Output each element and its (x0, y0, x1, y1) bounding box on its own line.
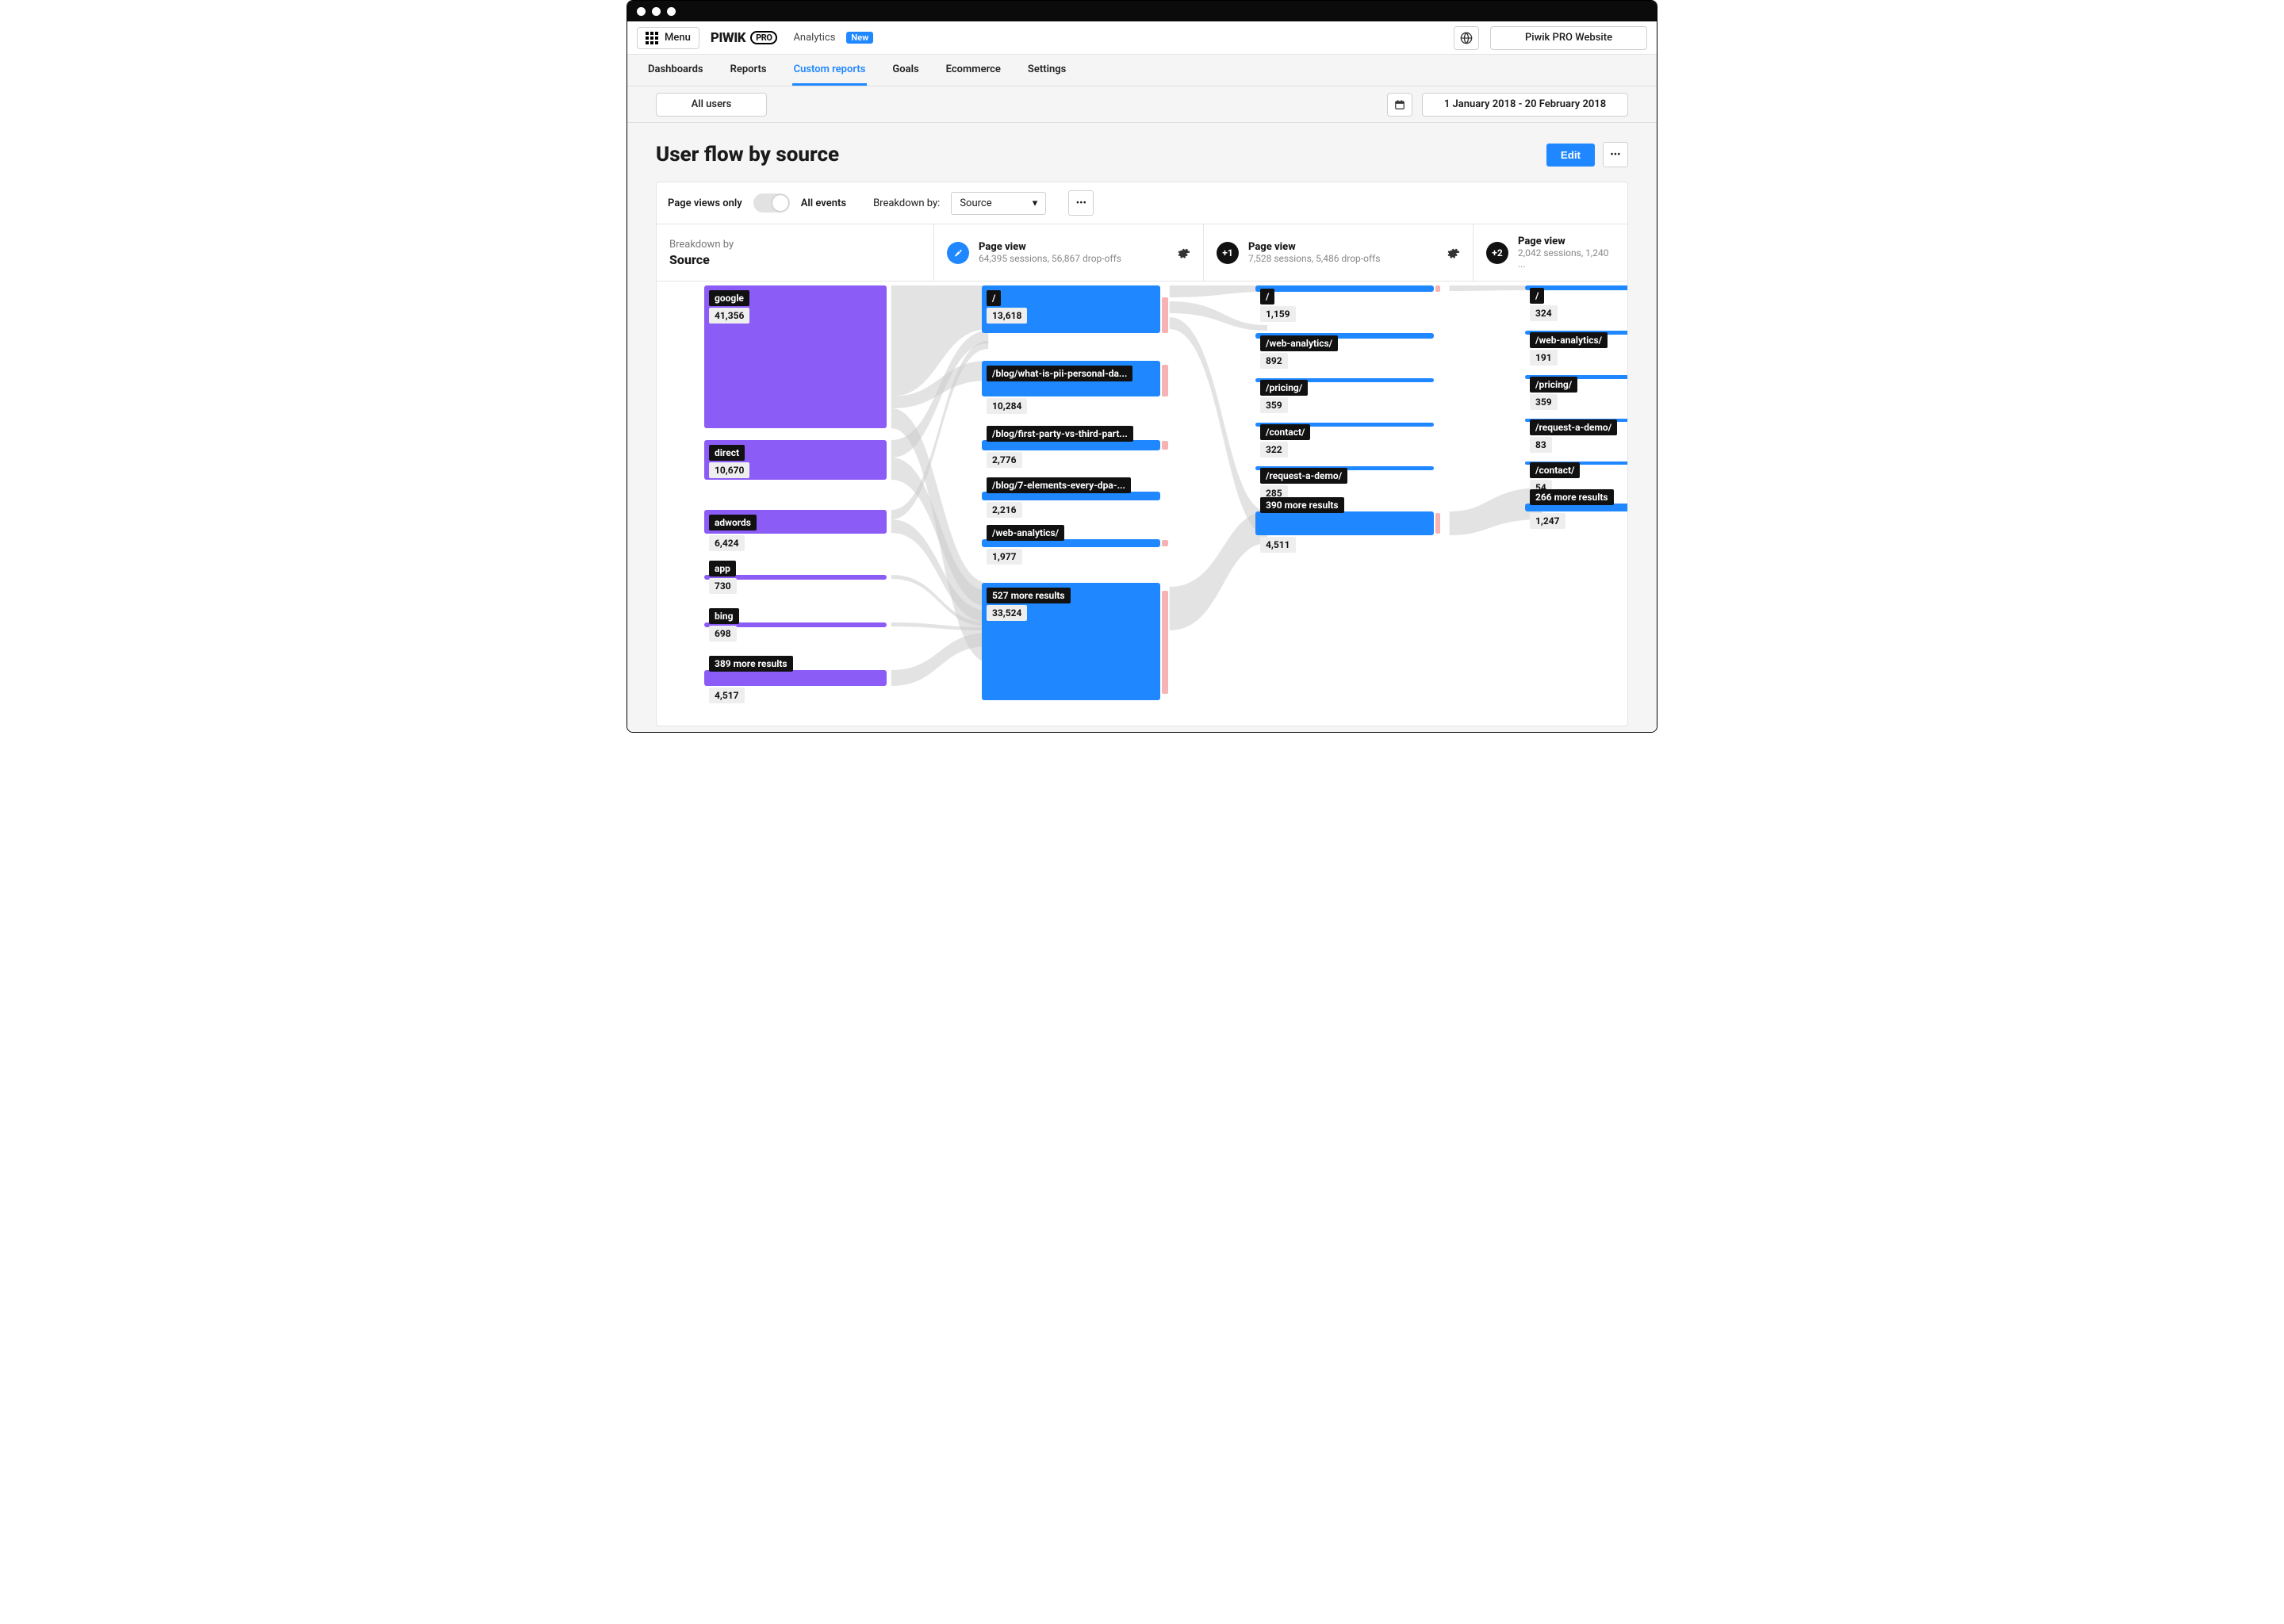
calendar-icon (1394, 99, 1405, 110)
new-badge: New (846, 32, 873, 44)
flow-node[interactable]: /web-analytics/ 892 (1255, 333, 1434, 339)
breakdown-label: Breakdown by: (873, 197, 940, 209)
col-head-source: Breakdown by Source (657, 224, 934, 281)
flow-node[interactable]: /blog/what-is-pii-personal-da... 10,284 (982, 361, 1160, 396)
flow-node[interactable]: / 13,618 (982, 285, 1160, 333)
step-badge: +2 (1486, 242, 1508, 264)
tab-ecommerce[interactable]: Ecommerce (945, 56, 1002, 86)
flow-node[interactable]: 527 more results 33,524 (982, 583, 1160, 700)
flow-node[interactable]: /web-analytics/ 1,977 (982, 539, 1160, 547)
dropoff-bar (1435, 285, 1440, 292)
col-head-step-3: +2 Page view 2,042 sessions, 1,240 ... (1473, 224, 1627, 281)
menu-label: Menu (665, 32, 691, 44)
site-picker[interactable]: Piwik PRO Website (1490, 26, 1647, 50)
flow-node[interactable]: /request-a-demo/ 285 (1255, 466, 1434, 470)
flow-node[interactable]: 390 more results 4,511 (1255, 511, 1434, 535)
flow-node[interactable]: /contact/ 322 (1255, 423, 1434, 427)
flow-node[interactable]: / 324 (1525, 285, 1627, 290)
date-range-picker[interactable]: 1 January 2018 - 20 February 2018 (1422, 93, 1628, 117)
edit-button[interactable]: Edit (1546, 144, 1595, 167)
gear-icon[interactable] (1178, 247, 1190, 259)
app-window: Menu PIWIK PRO Analytics New Piwik PRO W… (627, 0, 1657, 733)
dropoff-bar (1162, 540, 1168, 546)
segment-picker[interactable]: All users (656, 93, 767, 117)
panel-more-button[interactable]: ••• (1068, 190, 1094, 216)
flow-node[interactable]: /pricing/ 359 (1255, 378, 1434, 382)
rocket-icon (947, 242, 969, 264)
site-selector-icon-button[interactable] (1454, 26, 1479, 50)
col-head-step-1: Page view 64,395 sessions, 56,867 drop-o… (934, 224, 1204, 281)
titlebar (627, 1, 1657, 21)
topbar: Menu PIWIK PRO Analytics New Piwik PRO W… (627, 21, 1657, 55)
flow-node[interactable]: bing 698 (704, 622, 887, 627)
tab-goals[interactable]: Goals (891, 56, 920, 86)
flow-node[interactable]: 266 more results 1,247 (1525, 504, 1627, 511)
dropoff-bar (1162, 591, 1168, 694)
flow-node[interactable]: /blog/7-elements-every-dpa-... 2,216 (982, 492, 1160, 500)
tab-custom-reports[interactable]: Custom reports (792, 56, 868, 86)
dropoff-bar (1162, 365, 1168, 396)
panel-controls: Page views only All events Breakdown by:… (657, 182, 1627, 224)
tab-dashboards[interactable]: Dashboards (646, 56, 705, 86)
events-toggle[interactable] (753, 193, 790, 213)
flow-node[interactable]: direct 10,670 (704, 440, 887, 480)
col-head-step-2: +1 Page view 7,528 sessions, 5,486 drop-… (1204, 224, 1473, 281)
nav-tabs: Dashboards Reports Custom reports Goals … (627, 55, 1657, 86)
filter-row: All users 1 January 2018 - 20 February 2… (627, 86, 1657, 123)
window-control-dot[interactable] (637, 7, 646, 16)
dropoff-bar (1162, 441, 1168, 450)
flow-node[interactable]: adwords 6,424 (704, 510, 887, 534)
toggle-label-left: Page views only (668, 197, 742, 209)
flow-node[interactable]: /web-analytics/ 191 (1525, 331, 1627, 335)
flow-node[interactable]: /blog/first-party-vs-third-part... 2,776 (982, 440, 1160, 450)
window-control-dot[interactable] (667, 7, 676, 16)
flow-node[interactable]: /pricing/ 359 (1525, 375, 1627, 379)
flow-node[interactable]: / 1,159 (1255, 285, 1434, 292)
flow-node[interactable]: /contact/ 54 (1525, 462, 1627, 465)
tab-reports[interactable]: Reports (729, 56, 768, 86)
chevron-down-icon: ▾ (1033, 197, 1038, 209)
brand-logo: PIWIK PRO (711, 30, 778, 46)
content: User flow by source Edit ••• Page views … (627, 123, 1657, 733)
product-section: Analytics (793, 32, 835, 44)
sankey-diagram: google 41,356 direct 10,670 adwords 6,42… (657, 282, 1627, 726)
column-headers: Breakdown by Source Page view 64,395 ses… (657, 224, 1627, 282)
tab-settings[interactable]: Settings (1026, 56, 1067, 86)
breakdown-select[interactable]: Source ▾ (951, 192, 1046, 215)
report-panel: Page views only All events Breakdown by:… (656, 182, 1628, 726)
dropoff-bar (1435, 513, 1440, 534)
dropoff-bar (1162, 297, 1168, 333)
step-badge: +1 (1217, 242, 1239, 264)
window-control-dot[interactable] (652, 7, 661, 16)
menu-button[interactable]: Menu (637, 27, 699, 49)
calendar-button[interactable] (1387, 93, 1412, 117)
apps-icon (646, 32, 658, 44)
toggle-label-right: All events (801, 197, 846, 209)
report-more-button[interactable]: ••• (1603, 142, 1628, 167)
flow-node[interactable]: 389 more results 4,517 (704, 670, 887, 686)
report-title: User flow by source (656, 143, 839, 167)
gear-icon[interactable] (1447, 247, 1460, 259)
flow-node[interactable]: google 41,356 (704, 285, 887, 428)
flow-node[interactable]: app 730 (704, 575, 887, 580)
flow-node[interactable]: /request-a-demo/ 83 (1525, 419, 1627, 422)
globe-icon (1460, 32, 1473, 44)
